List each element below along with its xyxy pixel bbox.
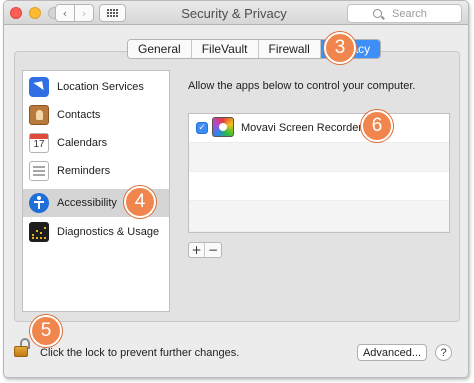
add-remove-control: + − [188, 242, 222, 258]
annotation-badge-5: 5 [30, 315, 62, 347]
list-item[interactable]: ✓ Movavi Screen Recorder 10 [189, 114, 449, 143]
back-button[interactable]: ‹ [55, 4, 75, 22]
title-bar: ‹ › Security & Privacy Search [4, 1, 468, 25]
search-icon [373, 9, 382, 18]
list-item-empty [189, 143, 449, 172]
contacts-icon [29, 105, 49, 125]
sidebar-item-label: Reminders [57, 165, 111, 177]
add-app-button[interactable]: + [189, 243, 205, 257]
grid-icon [107, 9, 118, 17]
calendar-icon: 17 [29, 133, 49, 153]
search-field[interactable]: Search [347, 4, 462, 23]
chevron-right-icon: › [81, 6, 87, 20]
app-checkbox[interactable]: ✓ [196, 122, 208, 134]
annotation-badge-6: 6 [361, 110, 393, 142]
sidebar-item-label: Contacts [57, 109, 101, 121]
sidebar-item-calendars[interactable]: 17 Calendars [23, 129, 169, 157]
sidebar-item-reminders[interactable]: Reminders [23, 157, 169, 185]
advanced-button[interactable]: Advanced... [357, 344, 427, 361]
reminders-icon [29, 161, 49, 181]
forward-button[interactable]: › [74, 4, 94, 22]
diagnostics-icon [29, 222, 49, 242]
sidebar-item-label: Calendars [57, 137, 108, 149]
sidebar-item-label: Accessibility [57, 197, 117, 209]
list-item-empty [189, 172, 449, 201]
show-all-button[interactable] [99, 4, 126, 22]
annotation-badge-3: 3 [324, 32, 356, 64]
tab-firewall[interactable]: Firewall [258, 40, 321, 58]
close-window-button[interactable] [10, 7, 22, 19]
list-item-empty [189, 201, 449, 232]
app-name: Movavi Screen Recorder 10 [241, 122, 378, 134]
movavi-icon [212, 117, 234, 137]
search-placeholder: Search [392, 7, 427, 20]
sidebar-item-diagnostics-usage[interactable]: Diagnostics & Usage [23, 218, 169, 246]
sidebar-item-location-services[interactable]: Location Services [23, 73, 169, 101]
calendar-icon-date: 17 [33, 139, 45, 150]
location-icon [29, 77, 49, 97]
annotation-badge-4: 4 [124, 186, 156, 218]
minimize-window-button[interactable] [29, 7, 41, 19]
sidebar-item-label: Location Services [57, 81, 144, 93]
sidebar-item-contacts[interactable]: Contacts [23, 101, 169, 129]
tab-general[interactable]: General [128, 40, 192, 58]
sidebar-item-label: Diagnostics & Usage [57, 226, 160, 238]
lock-icon[interactable] [14, 338, 30, 358]
accessibility-icon [29, 193, 49, 213]
pane-description: Allow the apps below to control your com… [188, 80, 416, 92]
app-list: ✓ Movavi Screen Recorder 10 [188, 113, 450, 233]
chevron-left-icon: ‹ [62, 6, 68, 20]
help-button[interactable]: ? [435, 344, 452, 361]
lock-status-text: Click the lock to prevent further change… [40, 347, 240, 359]
remove-app-button[interactable]: − [205, 243, 221, 257]
tab-filevault[interactable]: FileVault [191, 40, 259, 58]
window-title: Security & Privacy [181, 6, 287, 21]
